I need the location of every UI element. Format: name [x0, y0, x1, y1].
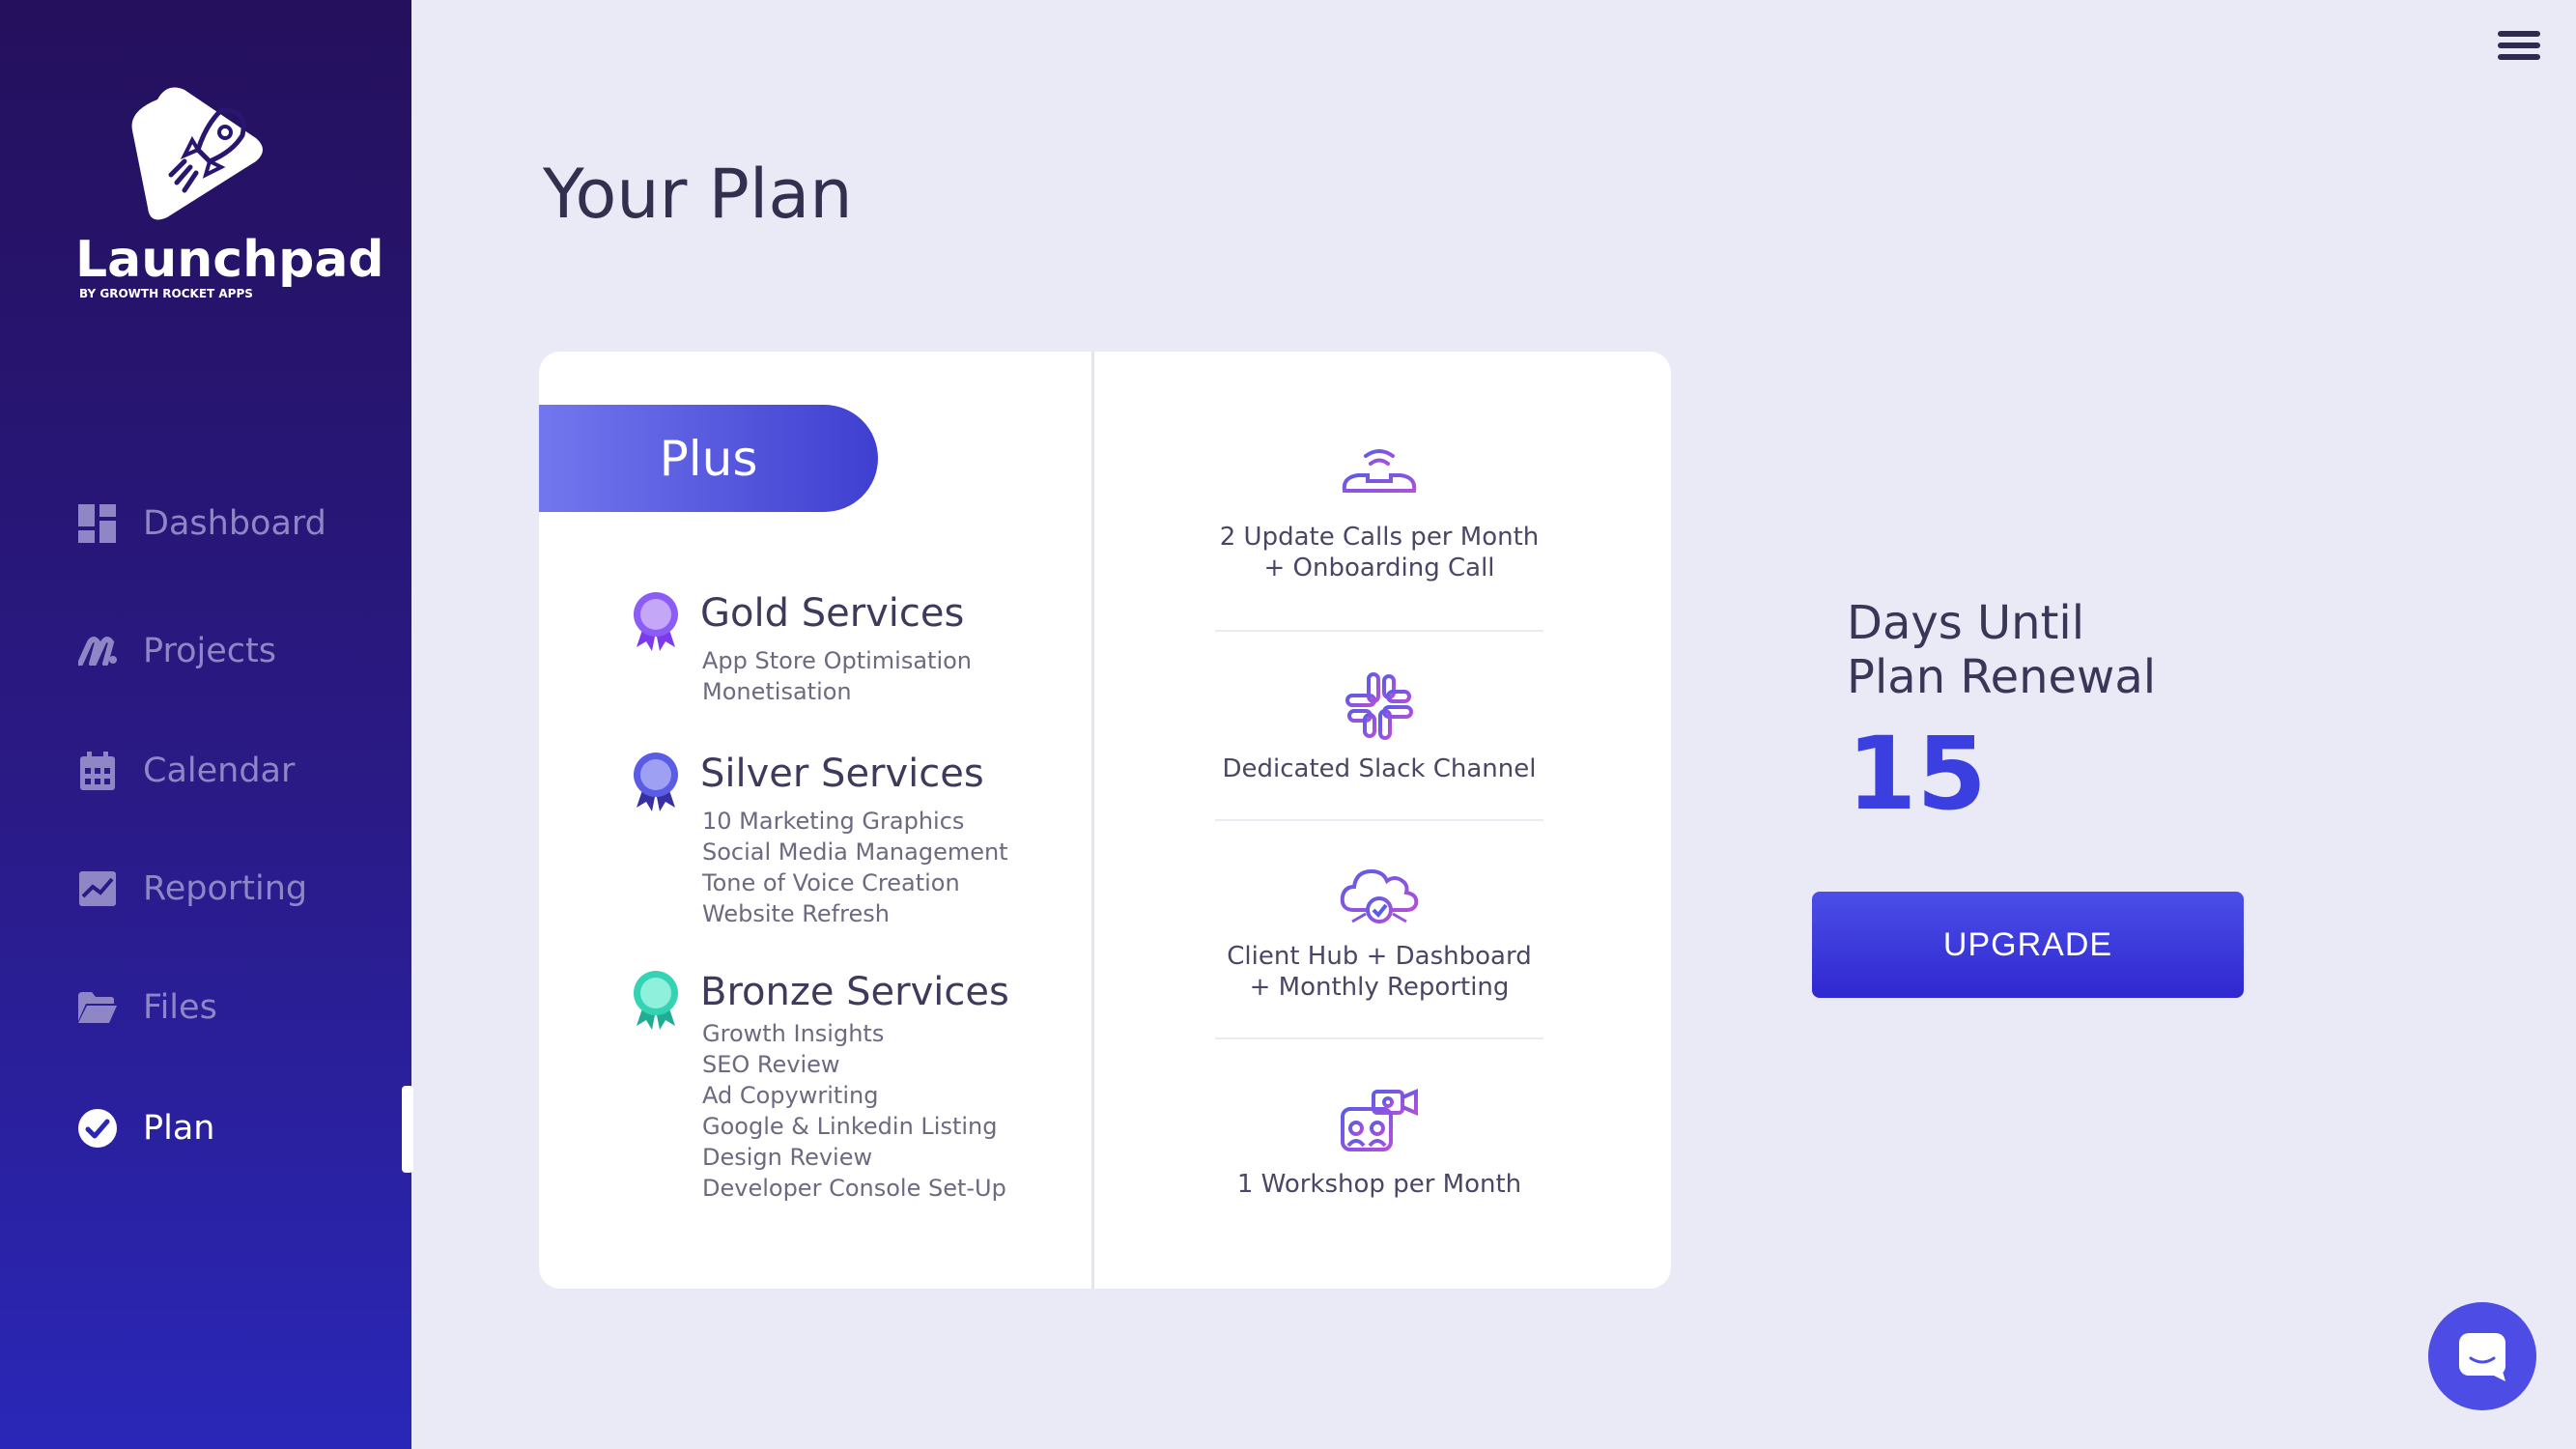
feature-text: 1 Workshop per Month — [1236, 1170, 1522, 1199]
phone-icon — [1342, 449, 1417, 500]
sidebar-item-reporting[interactable]: Reporting — [77, 860, 307, 918]
feature-text: + Onboarding Call — [1263, 554, 1495, 582]
list-item: 10 Marketing Graphics — [702, 808, 965, 835]
service-list: Growth Insights SEO Review Ad Copywritin… — [702, 1018, 1006, 1204]
sidebar-item-label: Projects — [143, 632, 276, 670]
sidebar-item-projects[interactable]: Projects — [77, 622, 276, 680]
active-nav-indicator — [402, 1086, 413, 1173]
renewal-label-line1: Days Until — [1847, 596, 2085, 650]
chat-launcher-button[interactable] — [2428, 1302, 2536, 1410]
list-item: SEO Review — [702, 1051, 840, 1078]
list-item: App Store Optimisation — [702, 647, 973, 674]
feature-text: 2 Update Calls per Month — [1219, 523, 1540, 552]
feature-slack: Dedicated Slack Channel — [1196, 672, 1563, 784]
sidebar-item-label: Dashboard — [143, 504, 326, 543]
upgrade-button[interactable]: UPGRADE — [1812, 892, 2244, 998]
calendar-icon — [77, 751, 118, 791]
list-item: Tone of Voice Creation — [702, 869, 960, 896]
feature-text: + Monthly Reporting — [1249, 973, 1510, 1002]
plan-name-badge: Plus — [539, 405, 878, 512]
list-item: Website Refresh — [702, 900, 890, 927]
reporting-icon — [77, 868, 118, 909]
list-item: Design Review — [702, 1144, 873, 1171]
menu-icon[interactable] — [2498, 31, 2540, 66]
gold-ribbon-icon — [634, 592, 678, 651]
list-item: Social Media Management — [702, 838, 1008, 866]
logo-subtitle: BY GROWTH ROCKET APPS — [79, 287, 253, 300]
service-title: Bronze Services — [700, 970, 1009, 1014]
list-item: Monetisation — [702, 678, 852, 705]
video-meeting-icon — [1341, 1088, 1418, 1151]
sidebar-item-label: Reporting — [143, 869, 308, 908]
rocket-logo-icon — [131, 87, 263, 220]
list-item: Growth Insights — [702, 1020, 885, 1047]
renewal-label: Days Until Plan Renewal — [1847, 596, 2156, 704]
sidebar-item-label: Plan — [143, 1109, 215, 1148]
sidebar: Launchpad BY GROWTH ROCKET APPS Dashboar… — [0, 0, 413, 1449]
feature-separator — [1215, 1037, 1543, 1039]
bronze-ribbon-icon — [634, 971, 678, 1030]
feature-separator — [1215, 630, 1543, 632]
sidebar-item-label: Calendar — [143, 752, 296, 790]
list-item: Developer Console Set-Up — [702, 1175, 1006, 1202]
list-item: Google & Linkedin Listing — [702, 1113, 998, 1140]
check-circle-icon — [77, 1108, 118, 1149]
logo[interactable]: Launchpad BY GROWTH ROCKET APPS — [75, 82, 384, 300]
feature-separator — [1215, 819, 1543, 821]
folder-icon — [77, 987, 118, 1028]
card-divider — [1091, 352, 1094, 1289]
sidebar-item-plan[interactable]: Plan — [77, 1099, 214, 1157]
silver-ribbon-icon — [634, 753, 678, 811]
chat-icon — [2459, 1333, 2505, 1381]
sidebar-item-calendar[interactable]: Calendar — [77, 742, 295, 800]
logo-name: Launchpad — [75, 231, 384, 289]
feature-client-hub: Client Hub + Dashboard + Monthly Reporti… — [1196, 864, 1563, 1003]
service-title: Silver Services — [700, 752, 984, 796]
feature-text: Client Hub + Dashboard — [1227, 942, 1532, 971]
service-list: 10 Marketing Graphics Social Media Manag… — [702, 806, 1008, 929]
service-title: Gold Services — [700, 591, 965, 636]
feature-update-calls: 2 Update Calls per Month + Onboarding Ca… — [1196, 444, 1563, 583]
service-list: App Store Optimisation Monetisation — [702, 645, 972, 707]
sidebar-item-files[interactable]: Files — [77, 979, 217, 1037]
projects-icon — [77, 631, 118, 671]
renewal-days-count: 15 — [1847, 715, 1987, 833]
renewal-label-line2: Plan Renewal — [1847, 650, 2157, 704]
list-item: Ad Copywriting — [702, 1082, 879, 1109]
page-title: Your Plan — [543, 155, 853, 234]
cloud-check-icon — [1340, 868, 1419, 923]
slack-icon — [1345, 672, 1413, 740]
dashboard-icon — [77, 503, 118, 544]
plan-card: Plus Gold Services App Store Optimisatio… — [539, 352, 1671, 1289]
sidebar-item-dashboard[interactable]: Dashboard — [77, 495, 326, 553]
sidebar-item-label: Files — [143, 988, 217, 1027]
feature-text: Dedicated Slack Channel — [1222, 754, 1537, 783]
feature-workshop: 1 Workshop per Month — [1196, 1088, 1563, 1200]
